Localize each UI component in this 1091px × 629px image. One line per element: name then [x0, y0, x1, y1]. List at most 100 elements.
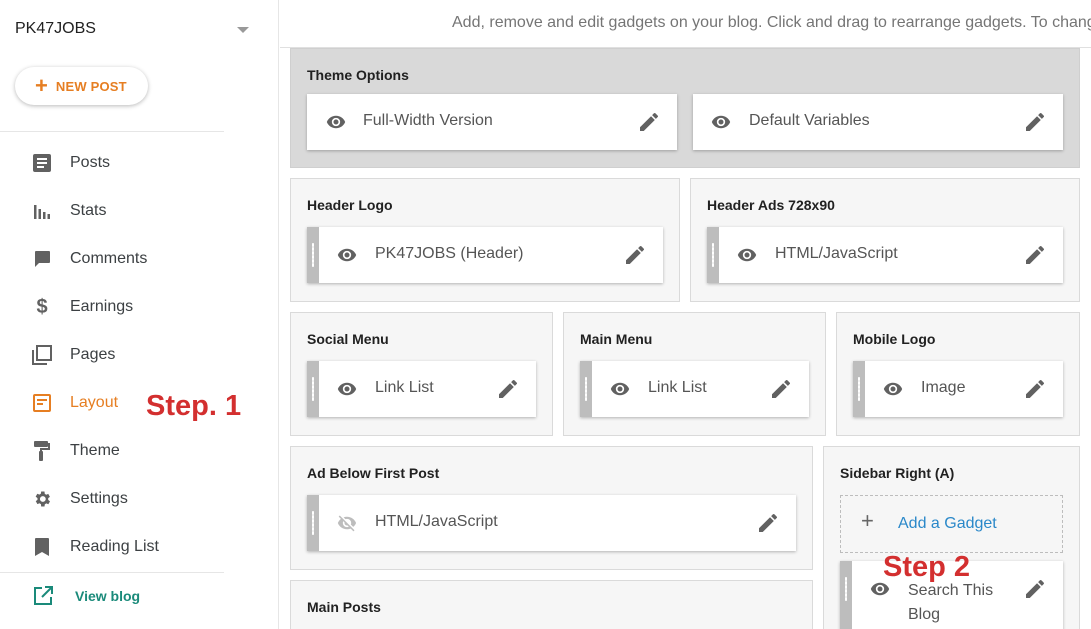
posts-icon — [32, 153, 52, 173]
sidebar-item-label: Pages — [70, 346, 116, 363]
edit-pencil-icon[interactable] — [623, 243, 647, 267]
sidebar-item-label: Theme — [70, 442, 120, 459]
gadget-name: Default Variables — [749, 112, 870, 129]
section-main-posts: Main Posts — [290, 580, 813, 629]
section-title: Header Ads 728x90 — [707, 197, 835, 213]
gadget-default-variables[interactable]: Default Variables — [693, 94, 1063, 150]
sidebar-item-settings[interactable]: Settings — [0, 479, 279, 519]
gadget-name: HTML/JavaScript — [775, 245, 898, 262]
edit-pencil-icon[interactable] — [756, 511, 780, 535]
drag-handle[interactable] — [853, 361, 865, 417]
new-post-label: NEW POST — [55, 78, 127, 94]
section-sidebar-right-a: Sidebar Right (A) + Add a Gadget Search … — [823, 446, 1080, 629]
drag-handle[interactable] — [580, 361, 592, 417]
sidebar-item-comments[interactable]: Comments — [0, 239, 279, 279]
section-theme-options: Theme Options Full-Width Version Default… — [290, 48, 1080, 168]
section-mobile-logo: Mobile Logo Image — [836, 312, 1080, 436]
section-title: Ad Below First Post — [307, 465, 440, 481]
gadget-header-logo[interactable]: PK47JOBS (Header) — [307, 227, 663, 283]
drag-handle[interactable] — [840, 561, 852, 629]
edit-pencil-icon[interactable] — [1023, 577, 1047, 601]
gadget-social-link-list[interactable]: Link List — [307, 361, 536, 417]
plus-icon: + — [861, 508, 874, 533]
gadget-name: Search This Blog — [908, 582, 994, 623]
sidebar-item-label: Posts — [70, 154, 111, 171]
blog-selector[interactable]: PK47JOBS — [15, 20, 255, 42]
gear-icon — [32, 489, 52, 509]
gadget-name: PK47JOBS (Header) — [375, 245, 524, 262]
sidebar-item-posts[interactable]: Posts — [0, 143, 279, 183]
paint-roller-icon — [32, 441, 52, 461]
edit-pencil-icon[interactable] — [1023, 377, 1047, 401]
gadget-full-width-version[interactable]: Full-Width Version — [307, 94, 677, 150]
section-title: Mobile Logo — [853, 331, 936, 347]
drag-handle[interactable] — [307, 495, 319, 551]
view-blog-label: View blog — [75, 588, 141, 604]
comments-icon — [32, 249, 52, 269]
open-external-icon — [33, 586, 53, 611]
gadget-header-ads-html[interactable]: HTML/JavaScript — [707, 227, 1063, 283]
divider — [0, 131, 224, 132]
gadget-mobile-image[interactable]: Image — [853, 361, 1063, 417]
layout-main: Add, remove and edit gadgets on your blo… — [280, 0, 1091, 629]
section-title: Main Posts — [307, 599, 381, 615]
sidebar: PK47JOBS + NEW POST Posts Stats Comments… — [0, 0, 279, 629]
sidebar-item-label: Settings — [70, 490, 128, 507]
gadget-name: HTML/JavaScript — [375, 513, 498, 530]
gadget-name: Full-Width Version — [363, 112, 493, 129]
layout-icon — [32, 393, 52, 413]
new-post-button[interactable]: + NEW POST — [15, 67, 148, 105]
pages-icon — [32, 345, 52, 365]
drag-handle[interactable] — [307, 361, 319, 417]
gadget-name: Image — [921, 379, 966, 396]
drag-handle[interactable] — [707, 227, 719, 283]
plus-icon: + — [35, 73, 48, 98]
divider — [0, 572, 224, 573]
edit-pencil-icon[interactable] — [769, 377, 793, 401]
gadget-name: Link List — [648, 379, 707, 396]
chevron-down-icon — [237, 27, 249, 33]
section-title: Sidebar Right (A) — [840, 465, 955, 481]
section-header-logo: Header Logo PK47JOBS (Header) — [290, 178, 680, 302]
gadget-name: Link List — [375, 379, 434, 396]
sidebar-item-label: Stats — [70, 202, 107, 219]
sidebar-item-label: Comments — [70, 250, 148, 267]
section-title: Main Menu — [580, 331, 653, 347]
sidebar-item-label: Reading List — [70, 538, 159, 555]
eye-icon[interactable] — [881, 379, 905, 399]
edit-pencil-icon[interactable] — [1023, 110, 1047, 134]
sidebar-item-stats[interactable]: Stats — [0, 191, 279, 231]
section-header-ads: Header Ads 728x90 HTML/JavaScript — [690, 178, 1080, 302]
section-title: Header Logo — [307, 197, 393, 213]
eye-icon[interactable] — [608, 379, 632, 399]
section-ad-below-first-post: Ad Below First Post HTML/JavaScript — [290, 446, 813, 570]
section-social-menu: Social Menu Link List — [290, 312, 553, 436]
sidebar-item-reading-list[interactable]: Reading List — [0, 527, 279, 567]
blog-name: PK47JOBS — [15, 20, 96, 37]
stats-icon — [32, 201, 52, 221]
add-gadget-button[interactable]: + Add a Gadget — [840, 495, 1063, 553]
eye-icon[interactable] — [324, 112, 348, 132]
eye-icon[interactable] — [335, 379, 359, 399]
sidebar-item-theme[interactable]: Theme — [0, 431, 279, 471]
section-title: Theme Options — [307, 67, 409, 83]
eye-icon[interactable] — [335, 245, 359, 265]
edit-pencil-icon[interactable] — [1023, 243, 1047, 267]
bookmark-icon — [32, 537, 52, 557]
gadget-main-link-list[interactable]: Link List — [580, 361, 809, 417]
sidebar-item-pages[interactable]: Pages — [0, 335, 279, 375]
dollar-icon: $ — [36, 295, 48, 318]
sidebar-item-earnings[interactable]: $ Earnings — [0, 287, 279, 327]
sidebar-item-label: Layout — [70, 394, 119, 411]
sidebar-item-label: Earnings — [70, 298, 134, 315]
add-gadget-label: Add a Gadget — [898, 515, 997, 532]
drag-handle[interactable] — [307, 227, 319, 283]
eye-icon[interactable] — [709, 112, 733, 132]
edit-pencil-icon[interactable] — [637, 110, 661, 134]
gadget-ad-below-html[interactable]: HTML/JavaScript — [307, 495, 796, 551]
section-main-menu: Main Menu Link List — [563, 312, 826, 436]
edit-pencil-icon[interactable] — [496, 377, 520, 401]
view-blog-link[interactable]: View blog — [0, 576, 279, 616]
eye-off-icon[interactable] — [335, 513, 359, 533]
eye-icon[interactable] — [735, 245, 759, 265]
